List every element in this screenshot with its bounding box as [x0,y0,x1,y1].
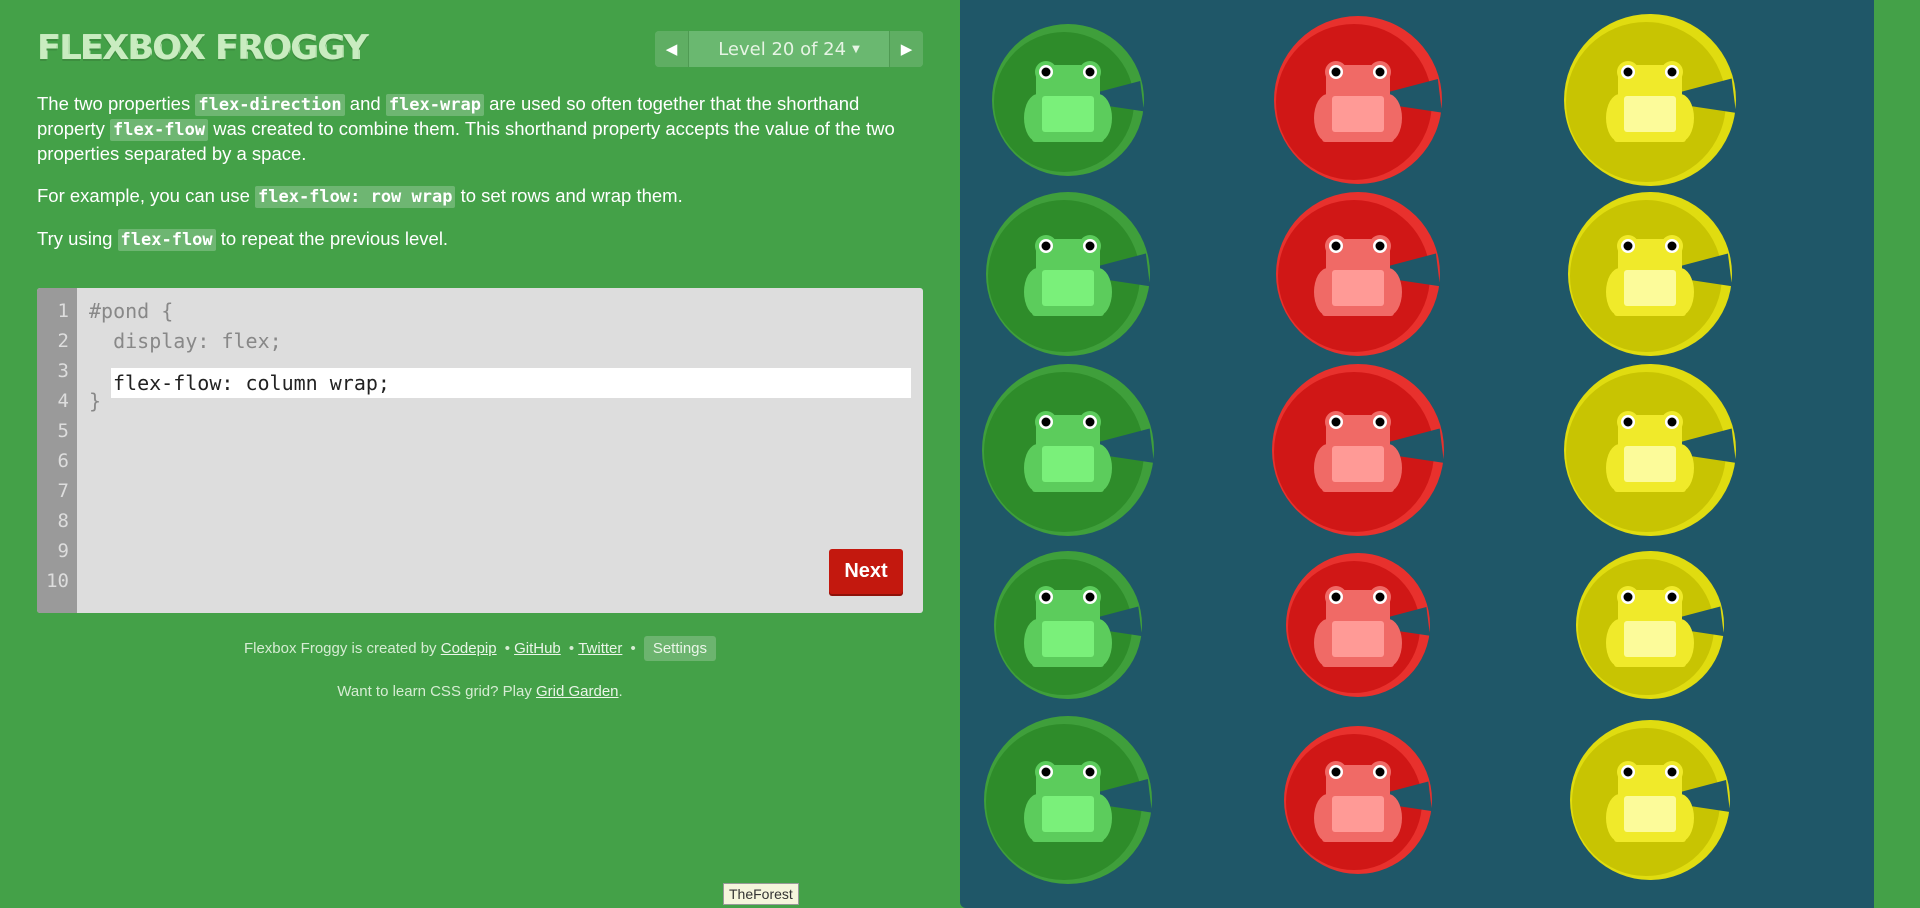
yellow-lilypad [1564,14,1736,186]
triangle-left-icon: ◀ [665,40,678,58]
line-number: 10 [46,570,69,592]
next-level-button[interactable]: ▶ [889,31,923,67]
line-number: 7 [57,480,69,502]
red-lilypad [1284,726,1432,874]
yellow-lilypad [1564,364,1736,536]
promo-suffix: . [618,683,623,700]
instruction-paragraph: Try using flex-flow to repeat the previo… [37,227,917,252]
instruction-paragraph: For example, you can use flex-flow: row … [37,184,917,209]
yellow-frog [1606,586,1694,667]
instruction-text: Try using [37,228,118,249]
promo-text: Want to learn CSS grid? Play [337,683,536,700]
code-keyword: flex-flow [110,119,209,141]
codepip-link[interactable]: Codepip [441,640,497,657]
bullet-separator: • [630,640,636,657]
bullet-separator: • [504,640,511,657]
bullet-separator: • [568,640,575,657]
green-frog [1024,586,1112,667]
red-frog [1314,761,1402,842]
line-number: 6 [57,450,69,472]
green-lilypad [982,364,1154,536]
red-frog [1314,235,1402,316]
green-frog [1024,411,1112,492]
tooltip: TheForest [723,883,799,905]
code-keyword: flex-direction [195,94,345,116]
next-button[interactable]: Next [829,549,903,594]
green-lilypad [994,551,1142,699]
red-lilypad [1286,553,1430,697]
instruction-text: to repeat the previous level. [215,228,449,249]
line-number: 8 [57,510,69,532]
instructions: The two properties flex-direction and fl… [37,92,917,270]
green-lilypad [986,192,1150,356]
yellow-frog [1606,61,1694,142]
code-area: #pond { display: flex; } [89,296,911,416]
red-lilypad [1272,364,1444,536]
red-frog [1314,411,1402,492]
settings-button[interactable]: Settings [643,636,717,661]
code-keyword: flex-wrap [385,94,484,116]
code-line: display: flex; [89,329,282,353]
instruction-text: and [344,93,386,114]
green-frog [1024,761,1112,842]
line-number: 5 [57,420,69,442]
triangle-right-icon: ▶ [900,40,913,58]
credits: Flexbox Froggy is created by Codepip • Gi… [0,636,960,661]
level-navigation: ◀ Level 20 of 24 ▼ ▶ [655,31,923,67]
green-lilypad [984,716,1152,884]
sidebar: FLEXBOX FROGGY ◀ Level 20 of 24 ▼ ▶ The … [0,0,960,908]
pond-board [960,0,1874,908]
grid-garden-promo: Want to learn CSS grid? Play Grid Garden… [0,683,960,700]
twitter-link[interactable]: Twitter [578,640,622,657]
pond-svg [982,14,1736,884]
level-label: Level 20 of 24 [718,38,847,60]
red-frog [1314,61,1402,142]
yellow-lilypad [1570,720,1730,880]
caret-down-icon: ▼ [852,43,860,55]
code-line: #pond { [89,299,174,323]
instruction-text: The two properties [37,93,196,114]
green-lilypad [992,24,1144,176]
yellow-frog [1606,761,1694,842]
line-number: 3 [57,360,69,382]
github-link[interactable]: GitHub [514,640,561,657]
game-title: FLEXBOX FROGGY [37,28,368,68]
level-indicator[interactable]: Level 20 of 24 ▼ [689,31,889,67]
yellow-lilypad [1576,551,1724,699]
line-number: 1 [57,300,69,322]
line-number: 2 [57,330,69,352]
credits-text: Flexbox Froggy is created by [243,640,441,657]
css-editor: 1 2 3 4 5 6 7 8 9 10 #pond { display: fl… [37,288,923,613]
line-number-gutter: 1 2 3 4 5 6 7 8 9 10 [37,288,77,613]
code-keyword: flex-flow: row wrap [255,186,456,208]
line-number: 9 [57,540,69,562]
red-frog [1314,586,1402,667]
instruction-text: to set rows and wrap them. [455,185,683,206]
yellow-frog [1606,411,1694,492]
instruction-text: For example, you can use [37,185,255,206]
green-frog [1024,61,1112,142]
red-lilypad [1274,16,1442,184]
css-answer-input[interactable] [111,368,911,398]
green-frog [1024,235,1112,316]
yellow-lilypad [1568,192,1732,356]
line-number: 4 [57,390,69,412]
previous-level-button[interactable]: ◀ [655,31,689,67]
red-lilypad [1276,192,1440,356]
instruction-paragraph: The two properties flex-direction and fl… [37,92,917,166]
yellow-frog [1606,235,1694,316]
grid-garden-link[interactable]: Grid Garden [536,683,619,700]
code-keyword: flex-flow [117,229,216,251]
